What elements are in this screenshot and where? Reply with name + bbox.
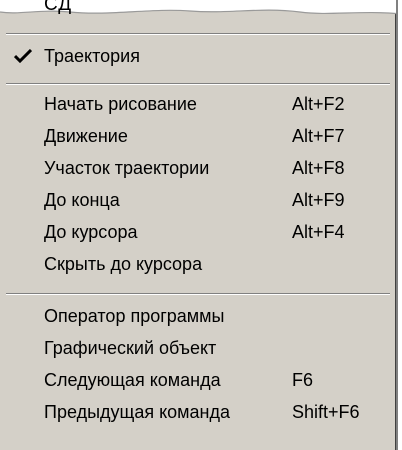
menu-item-shortcut: Alt+F2 — [292, 94, 345, 114]
menu-item-shortcut: Alt+F4 — [292, 222, 345, 242]
menu-item-previous-command[interactable]: Предыдущая команда Shift+F6 — [0, 396, 396, 428]
menu-item-label: Графический объект — [44, 338, 217, 358]
menu-item-next-command[interactable]: Следующая команда F6 — [0, 364, 396, 396]
menu-item-motion[interactable]: Движение Alt+F7 — [0, 120, 396, 152]
menu-separator — [6, 33, 390, 35]
menu-item-label: До конца — [44, 190, 120, 210]
menu-item-start-drawing[interactable]: Начать рисование Alt+F2 — [0, 88, 396, 120]
menu-item-program-operator[interactable]: Оператор программы — [0, 300, 396, 332]
menu-item-to-end[interactable]: До конца Alt+F9 — [0, 184, 396, 216]
menu-item-hide-to-cursor[interactable]: Скрыть до курсора — [0, 248, 396, 280]
menu-item-label: Оператор программы — [44, 306, 225, 326]
menu-item-label: До курсора — [44, 222, 138, 242]
context-menu: СД Траектория Начать рисование Alt+F2 Дв… — [0, 0, 398, 450]
menu-item-shortcut: F6 — [292, 370, 314, 390]
menu-item-label: Скрыть до курсора — [44, 254, 203, 274]
menu-item-label: Начать рисование — [44, 94, 197, 114]
menu-item-label: Движение — [44, 126, 128, 146]
menu-item-label: Предыдущая команда — [44, 402, 231, 422]
menu-item-shortcut: Alt+F9 — [292, 190, 345, 210]
menu-item-label: Участок траектории — [44, 158, 210, 178]
menu-separator — [6, 293, 390, 295]
menu-separator — [6, 83, 390, 85]
menu-item-shortcut: Alt+F7 — [292, 126, 345, 146]
menu-item-trajectory-segment[interactable]: Участок траектории Alt+F8 — [0, 152, 396, 184]
cut-off-menu-item: СД — [44, 0, 73, 15]
menu-item-graphic-object[interactable]: Графический объект — [0, 332, 396, 364]
menu-item-shortcut: Alt+F8 — [292, 158, 345, 178]
menu-item-to-cursor[interactable]: До курсора Alt+F4 — [0, 216, 396, 248]
menu-item-shortcut: Shift+F6 — [292, 402, 360, 422]
menu-item-trajectory[interactable]: Траектория — [0, 40, 396, 72]
checkmark-icon — [14, 49, 32, 63]
menu-item-label: Траектория — [44, 46, 140, 66]
menu-item-label: Следующая команда — [44, 370, 221, 390]
